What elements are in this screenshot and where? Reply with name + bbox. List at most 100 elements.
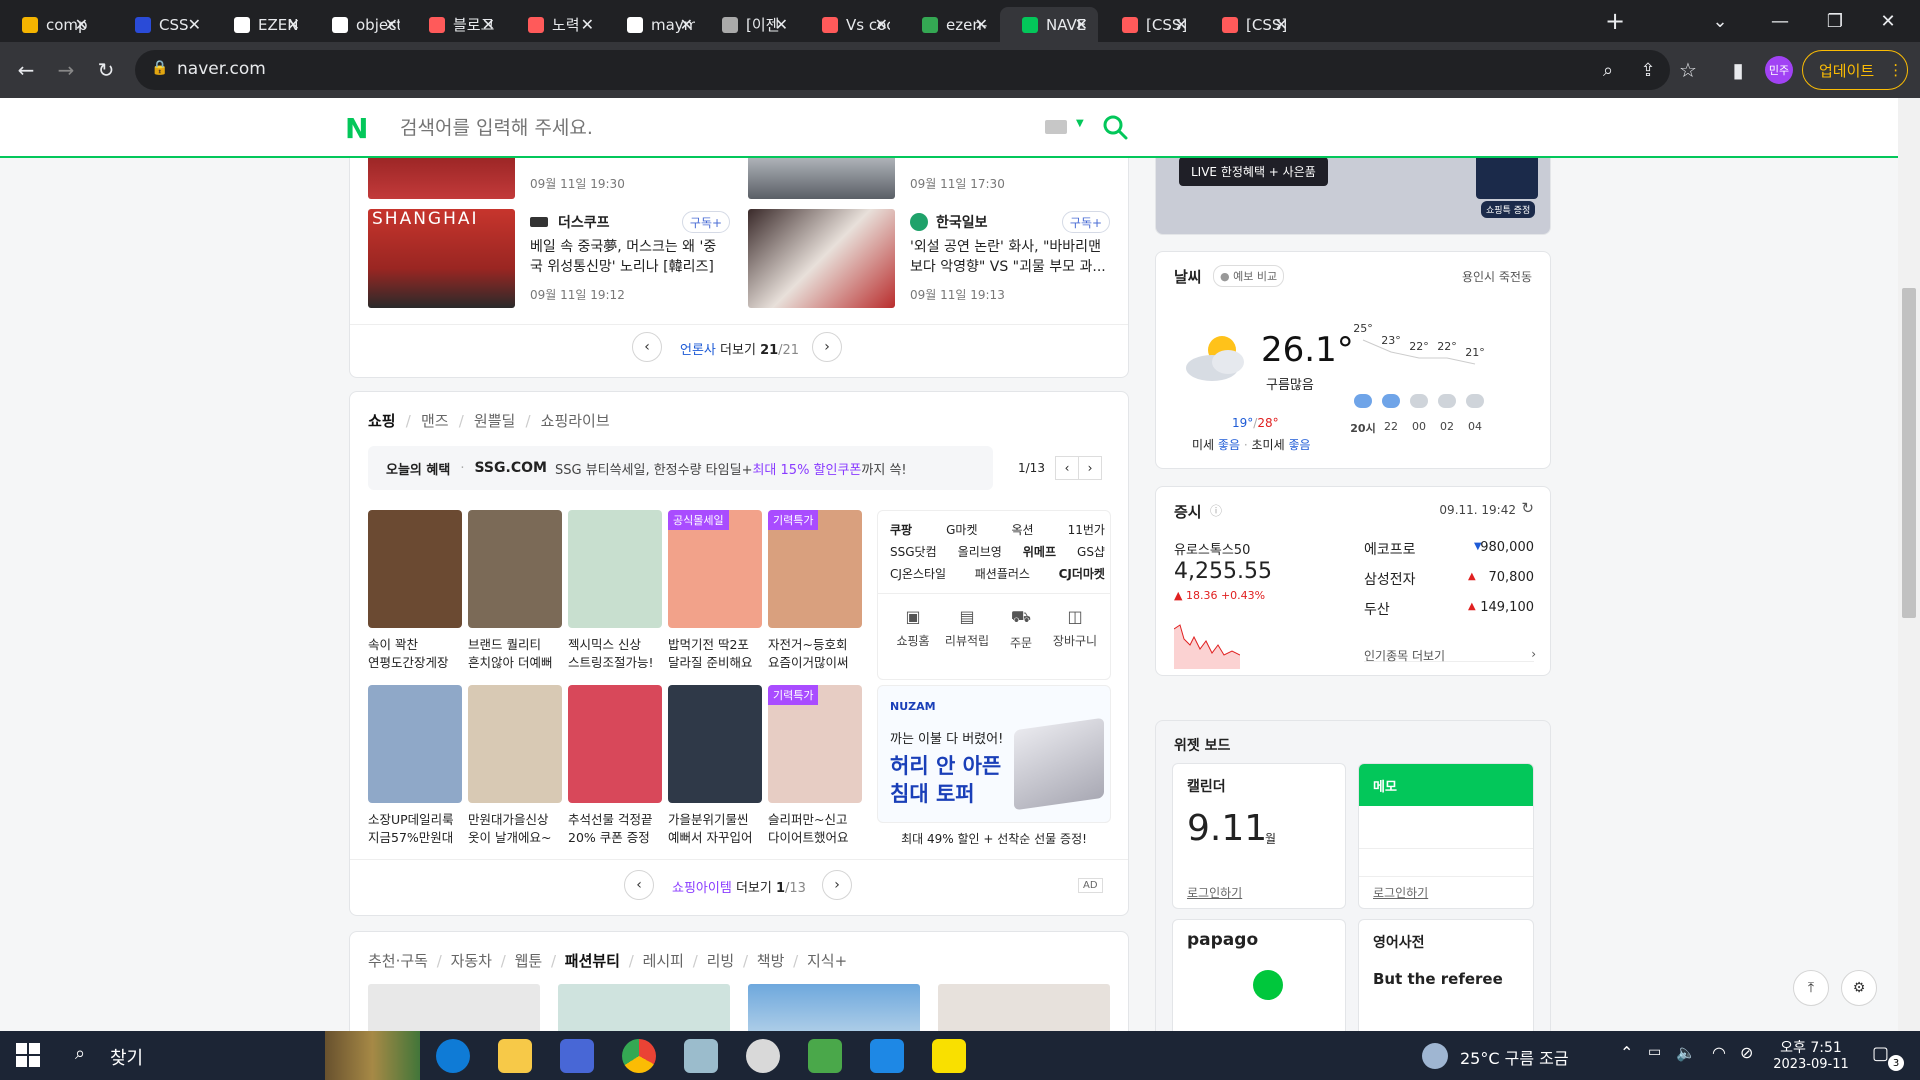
refresh-icon[interactable]: ↻ — [1521, 499, 1534, 517]
notification-icon[interactable]: ▢ — [1872, 1043, 1889, 1064]
news-title-line[interactable]: 베일 속 중국夢, 머스크는 왜 '중 — [530, 237, 716, 257]
review-button[interactable]: ▤ 리뷰적립 — [940, 607, 994, 649]
air-quality[interactable]: 미세 좋음 · 초미세 좋음 — [1192, 436, 1311, 453]
mall-link[interactable]: G마켓 — [946, 521, 977, 538]
product-item[interactable]: 가을분위기물씬 예뻐서 자꾸입어 — [668, 685, 762, 847]
mute-icon[interactable]: ⊘ — [1740, 1043, 1753, 1062]
product-name[interactable]: 가을분위기물씬 — [668, 811, 762, 829]
product-item[interactable]: 기력특가 자전거~등호회 요즘이거많이써 — [768, 510, 862, 672]
search-icon[interactable] — [1100, 112, 1130, 142]
browser-tab[interactable]: object ✕ — [310, 7, 408, 42]
browser-tab[interactable]: NAVE ✕ — [1000, 7, 1098, 42]
tab-mens[interactable]: 맨즈 — [421, 412, 449, 430]
profile-avatar[interactable]: 민주 — [1765, 56, 1793, 84]
popular-stock-more[interactable]: 인기종목 더보기 › — [1364, 647, 1536, 664]
tray-chevron-icon[interactable]: ⌃ — [1620, 1043, 1633, 1062]
clock-date[interactable]: 2023-09-11 — [1766, 1057, 1856, 1072]
content-tab[interactable]: 패션뷰티 — [565, 952, 620, 970]
wifi-icon[interactable]: ◠ — [1712, 1043, 1726, 1062]
browser-tab[interactable]: CSS ✕ — [113, 7, 211, 42]
tab-close-icon[interactable]: ✕ — [1275, 15, 1288, 34]
calendar-widget[interactable]: 캘린더 9.11 월 로그인하기 — [1172, 763, 1346, 909]
product-name[interactable]: 흔치않아 더예뻐 — [468, 654, 562, 672]
tab-close-icon[interactable]: ✕ — [287, 15, 300, 34]
content-image[interactable] — [748, 984, 920, 1031]
papago-widget[interactable]: papago — [1172, 919, 1346, 1031]
kebab-menu-icon[interactable]: ⋮ — [1888, 61, 1903, 79]
kakaotalk-icon[interactable] — [932, 1039, 966, 1073]
url-text[interactable]: naver.com — [177, 59, 266, 79]
notepad-icon[interactable] — [684, 1039, 718, 1073]
product-name[interactable]: 젝시믹스 신상 — [568, 636, 662, 654]
browser-tab[interactable]: Vs coc ✕ — [800, 7, 898, 42]
stock-item-name[interactable]: 삼성전자 — [1364, 569, 1416, 589]
product-item[interactable]: 만원대가을신상 옷이 날개에요~ — [468, 685, 562, 847]
content-image[interactable] — [938, 984, 1110, 1031]
news-title-line[interactable]: '외설 공연 논란' 화사, "바바리맨 — [910, 237, 1101, 257]
benefit-next-button[interactable]: › — [1078, 456, 1102, 480]
product-image[interactable] — [568, 685, 662, 803]
tab-close-icon[interactable]: ✕ — [385, 15, 398, 34]
back-arrow-icon[interactable]: ← — [10, 54, 42, 86]
content-tab[interactable]: 지식+ — [807, 952, 847, 970]
clock-time[interactable]: 오후 7:51 — [1776, 1037, 1846, 1057]
product-name[interactable]: 20% 쿠폰 증정 — [568, 829, 662, 847]
news-title-line[interactable]: 보다 악영향" VS "괴물 부모 과... — [910, 257, 1106, 277]
browser-tab[interactable]: 노력 ✕ — [506, 7, 604, 42]
volume-icon[interactable]: 🔈 — [1676, 1043, 1696, 1062]
content-tab[interactable]: 웹툰 — [515, 952, 543, 970]
address-bar[interactable]: 🔒 naver.com ⌕ ⇪ — [135, 50, 1670, 90]
content-tab[interactable]: 자동차 — [451, 952, 492, 970]
product-name[interactable]: 브랜드 퀄리티 — [468, 636, 562, 654]
news-press[interactable]: 한국일보 — [936, 212, 988, 232]
mall-link[interactable]: CJ온스타일 — [890, 565, 946, 582]
mall-link[interactable]: CJ더마켓 — [1059, 565, 1105, 582]
tab-close-icon[interactable]: ✕ — [188, 15, 201, 34]
tab-close-icon[interactable]: ✕ — [1175, 15, 1188, 34]
taskbar-search-icon[interactable]: ⌕ — [75, 1043, 85, 1064]
product-item[interactable]: 소장UP데일리룩 지금57%만원대 — [368, 685, 462, 847]
search-input[interactable] — [400, 114, 1000, 142]
mall-link[interactable]: 패션플러스 — [975, 565, 1030, 582]
scrollbar-thumb[interactable] — [1902, 288, 1916, 618]
tab-close-icon[interactable]: ✕ — [482, 15, 495, 34]
file-explorer-icon[interactable] — [498, 1039, 532, 1073]
product-item[interactable]: 공식몰세일 밥먹기전 딱2포 달라질 준비해요 — [668, 510, 762, 672]
next-page-button[interactable]: › — [822, 870, 852, 900]
content-tab[interactable]: 리빙 — [707, 952, 735, 970]
product-image[interactable] — [368, 510, 462, 628]
info-icon[interactable]: ⓘ — [1210, 502, 1222, 519]
product-item[interactable]: 젝시믹스 신상 스트링조절가능! — [568, 510, 662, 672]
browser-tab[interactable]: maym ✕ — [605, 7, 703, 42]
news-title-line[interactable]: 국 위성통신망' 노리나 [韓리즈] — [530, 257, 714, 277]
scroll-top-button[interactable]: ⤒ — [1793, 970, 1829, 1006]
bookmark-star-icon[interactable]: ☆ — [1672, 54, 1704, 86]
product-image[interactable] — [668, 685, 762, 803]
update-button[interactable]: 업데이트 ⋮ — [1802, 50, 1908, 90]
product-image[interactable] — [468, 685, 562, 803]
product-image[interactable]: 공식몰세일 — [668, 510, 762, 628]
minimize-icon[interactable]: — — [1760, 6, 1800, 36]
clipchamp-icon[interactable] — [560, 1039, 594, 1073]
side-panel-icon[interactable]: ▮ — [1722, 54, 1754, 86]
news-image[interactable]: SHANGHAI — [368, 209, 515, 308]
prev-page-button[interactable]: ‹ — [624, 870, 654, 900]
settings-gear-icon[interactable]: ⚙ — [1841, 970, 1877, 1006]
stock-title[interactable]: 증시 — [1174, 501, 1202, 522]
product-image[interactable]: 기력특가 — [768, 685, 862, 803]
zoom-icon[interactable]: ⌕ — [1595, 58, 1621, 82]
product-item[interactable]: 추석선물 걱정끝 20% 쿠폰 증정 — [568, 685, 662, 847]
tab-oneplus[interactable]: 원쁠딜 — [474, 412, 515, 430]
content-tab[interactable]: 책방 — [757, 952, 785, 970]
battery-icon[interactable]: ▭ — [1648, 1044, 1661, 1060]
mall-link[interactable]: SSG닷컴 — [890, 543, 937, 560]
product-image[interactable] — [468, 510, 562, 628]
shop-home-button[interactable]: ▣ 쇼핑홈 — [886, 607, 940, 649]
weather-title[interactable]: 날씨 — [1174, 266, 1202, 287]
mall-link[interactable]: GS샵 — [1077, 543, 1105, 560]
browser-tab[interactable]: [CSS] ✕ — [1100, 7, 1198, 42]
new-tab-button[interactable]: + — [1600, 6, 1630, 36]
browser-tab[interactable]: comp ✕ — [0, 7, 98, 42]
weather-cloud-icon[interactable] — [1422, 1043, 1448, 1069]
product-item[interactable]: 속이 꽉찬 연평도간장게장 — [368, 510, 462, 672]
